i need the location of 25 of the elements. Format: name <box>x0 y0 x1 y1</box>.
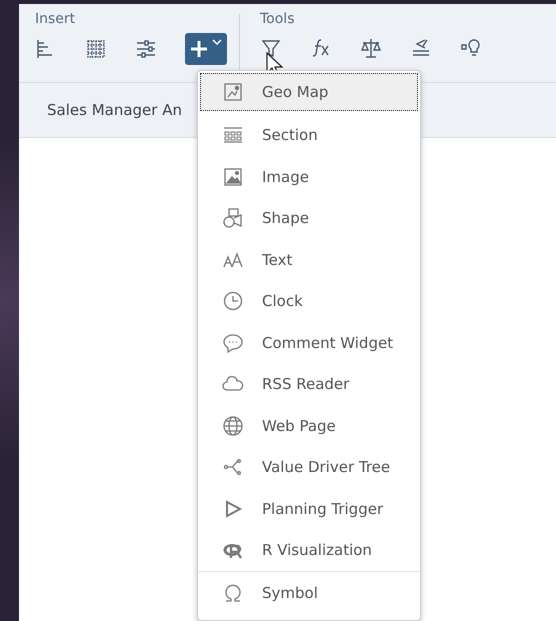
menu-item[interactable]: Comment Widget <box>200 322 418 364</box>
map-icon <box>222 81 244 103</box>
menu-item[interactable]: Clock <box>200 280 418 322</box>
menu-item[interactable]: Geo Map <box>200 73 418 111</box>
menu-item[interactable]: Shape <box>200 198 418 239</box>
image-icon <box>222 166 244 188</box>
menu-item[interactable]: Image <box>200 156 418 198</box>
menu-item[interactable]: Text <box>200 239 418 280</box>
menu-item[interactable]: Web Page <box>200 405 418 446</box>
shapes-icon <box>222 207 244 230</box>
clock-icon <box>222 290 244 312</box>
menu-item[interactable]: Planning Trigger <box>200 488 418 530</box>
menu-item[interactable]: Value Driver Tree <box>200 446 418 488</box>
plus-icon <box>190 39 208 59</box>
menu-item[interactable]: Symbol <box>200 572 418 614</box>
caret-icon <box>212 39 222 45</box>
speech-bubble-icon <box>222 332 244 354</box>
menu-item[interactable]: R Visualization <box>200 530 418 571</box>
add-button[interactable] <box>185 33 227 65</box>
menu-item[interactable]: RSS Reader <box>200 364 418 405</box>
group-title: Tools <box>260 11 296 29</box>
page-tab[interactable]: Sales Manager An <box>47 101 182 119</box>
globe-icon <box>222 414 244 437</box>
group-title: Insert <box>35 11 76 29</box>
menu-item[interactable]: Section <box>200 114 418 156</box>
